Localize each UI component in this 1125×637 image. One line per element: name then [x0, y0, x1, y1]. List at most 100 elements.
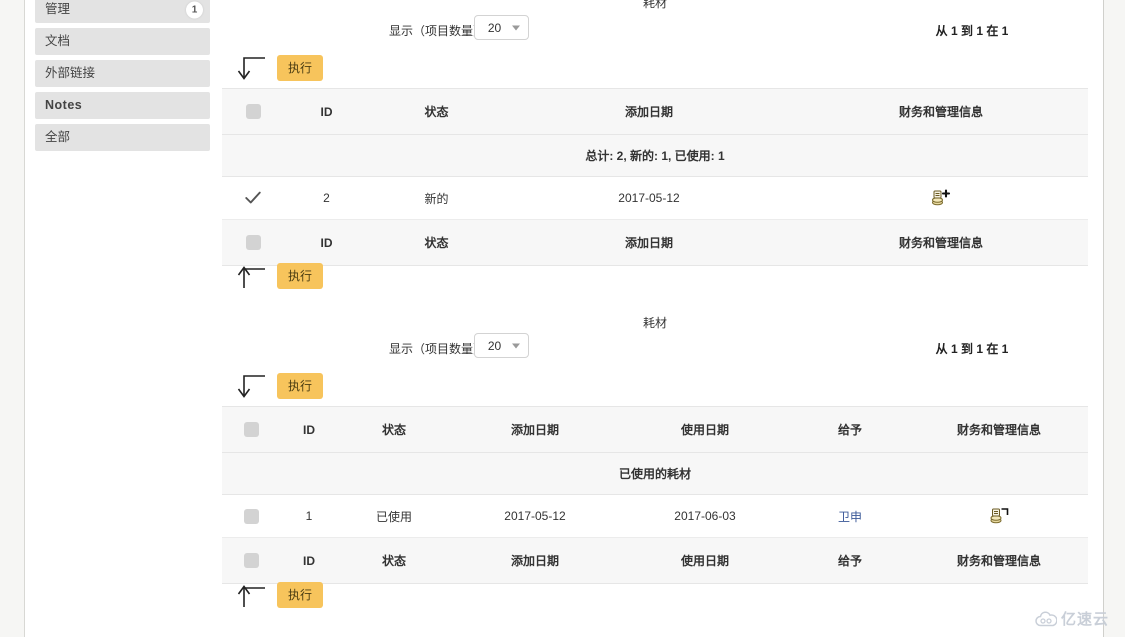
table-summary-row: 总计: 2, 新的: 1, 已使用: 1 [222, 134, 1088, 177]
table-row: 2 新的 2017-05-12 [222, 176, 1088, 220]
column-footer-id[interactable]: ID [280, 537, 338, 584]
cell-status: 已使用 [338, 494, 450, 538]
section-title-consumables-top: 耗材 [642, 0, 667, 10]
page-size-value: 20 [487, 20, 502, 35]
table-header-row: ID 状态 添加日期 使用日期 给予 财务和管理信息 [222, 406, 1088, 453]
sidebar-item-label: 全部 [45, 130, 71, 144]
money-edit-icon[interactable] [989, 507, 1009, 525]
column-header-status[interactable]: 状态 [338, 406, 450, 453]
select-all-checkbox-footer[interactable] [245, 235, 261, 251]
bottom-controls-row: 显示（项目数量） 20 从 1 到 1 在 1 [222, 330, 1088, 364]
select-all-footer-cell[interactable] [222, 537, 280, 584]
column-footer-given-to[interactable]: 给予 [790, 537, 910, 584]
chevron-down-icon [512, 343, 520, 348]
row-checkbox[interactable] [243, 508, 259, 524]
sidebar-item-management[interactable]: 管理 1 [35, 0, 210, 23]
money-add-icon[interactable] [931, 189, 951, 207]
table-summary-text: 总计: 2, 新的: 1, 已使用: 1 [222, 134, 1088, 177]
column-header-added-date[interactable]: 添加日期 [504, 88, 794, 135]
used-consumables-table: 已使用的耗材 ID 状态 添加日期 使用日期 给予 财务和管理信息 1 已使用 … [222, 406, 1088, 584]
arrow-down-left-icon [237, 375, 265, 398]
sidebar: 管理 1 文档 外部链接 Notes 全部 [35, 0, 210, 156]
exec-row-top: 执行 [222, 52, 1088, 90]
section-title-consumables-bottom: 耗材 [642, 316, 667, 330]
sidebar-item-label: 管理 [45, 2, 71, 16]
exec-row-bottom: 执行 [222, 370, 1088, 408]
table-footer-row: ID 状态 添加日期 使用日期 给予 财务和管理信息 [222, 537, 1088, 584]
top-controls-row: 显示（项目数量） 20 从 1 到 1 在 1 [222, 12, 1088, 46]
exec-row-top-bottom: 执行 [222, 260, 1088, 298]
given-to-link[interactable]: 卫申 [838, 510, 862, 524]
watermark-text: 亿速云 [1060, 611, 1109, 628]
table-row: 1 已使用 2017-05-12 2017-06-03 卫申 [222, 494, 1088, 538]
column-footer-status[interactable]: 状态 [369, 219, 504, 266]
sidebar-item-label: 文档 [45, 34, 71, 48]
select-all-checkbox[interactable] [245, 104, 261, 120]
cell-id: 2 [284, 176, 369, 220]
column-footer-added-date[interactable]: 添加日期 [450, 537, 620, 584]
select-all-header-cell[interactable] [222, 88, 284, 135]
cell-used-date: 2017-06-03 [620, 494, 790, 538]
execute-button-bottom[interactable]: 执行 [277, 373, 324, 399]
table-caption-row: 已使用的耗材 [222, 452, 1088, 495]
cell-status: 新的 [369, 176, 504, 220]
cloud-icon [1035, 611, 1057, 626]
column-footer-id[interactable]: ID [284, 219, 369, 266]
pagination-range-top: 从 1 到 1 在 1 [935, 24, 1009, 38]
sidebar-item-all[interactable]: 全部 [35, 124, 210, 151]
arrow-up-right-icon [237, 266, 265, 288]
select-all-footer-cell[interactable] [222, 219, 284, 266]
table-footer-row: ID 状态 添加日期 财务和管理信息 [222, 219, 1088, 266]
sidebar-item-notes[interactable]: Notes [35, 92, 210, 119]
cell-id: 1 [280, 494, 338, 538]
page-size-select-top[interactable]: 20 [474, 15, 529, 40]
column-header-id[interactable]: ID [280, 406, 338, 453]
column-header-status[interactable]: 状态 [369, 88, 504, 135]
row-select-cell[interactable] [222, 494, 280, 538]
exec-row-bottom-bottom: 执行 [222, 579, 1088, 617]
page-size-value-bottom: 20 [487, 338, 502, 353]
cell-finance-info[interactable] [794, 176, 1088, 220]
left-divider [24, 0, 25, 637]
cell-finance-info[interactable] [910, 494, 1088, 538]
cell-added-date: 2017-05-12 [504, 176, 794, 220]
sidebar-item-external-links[interactable]: 外部链接 [35, 60, 210, 87]
arrow-down-left-icon [237, 57, 265, 80]
show-entries-label-bottom: 显示（项目数量） [389, 342, 486, 356]
column-header-finance-info[interactable]: 财务和管理信息 [910, 406, 1088, 453]
sidebar-item-badge: 1 [186, 1, 203, 18]
left-gutter [0, 0, 24, 637]
consumables-table: 总计: 2, 新的: 1, 已使用: 1 ID 状态 添加日期 财务和管理信息 [222, 88, 1088, 266]
row-select-cell[interactable] [222, 176, 284, 220]
table-header-row: ID 状态 添加日期 财务和管理信息 [222, 88, 1088, 135]
watermark: 亿速云 [1035, 608, 1109, 629]
column-header-id[interactable]: ID [284, 88, 369, 135]
cell-added-date: 2017-05-12 [450, 494, 620, 538]
execute-button-top[interactable]: 执行 [277, 55, 324, 81]
column-header-used-date[interactable]: 使用日期 [620, 406, 790, 453]
sidebar-item-label: 外部链接 [45, 66, 96, 80]
select-all-checkbox[interactable] [243, 422, 259, 438]
check-icon[interactable] [244, 189, 262, 207]
page-size-select-bottom[interactable]: 20 [474, 333, 529, 358]
execute-button-top-bottom[interactable]: 执行 [277, 263, 324, 289]
column-footer-status[interactable]: 状态 [338, 537, 450, 584]
column-footer-finance-info[interactable]: 财务和管理信息 [910, 537, 1088, 584]
select-all-checkbox-footer[interactable] [243, 553, 259, 569]
column-header-added-date[interactable]: 添加日期 [450, 406, 620, 453]
column-header-finance-info[interactable]: 财务和管理信息 [794, 88, 1088, 135]
cell-given-to[interactable]: 卫申 [790, 494, 910, 538]
column-footer-added-date[interactable]: 添加日期 [504, 219, 794, 266]
column-header-given-to[interactable]: 给予 [790, 406, 910, 453]
page-root: 管理 1 文档 外部链接 Notes 全部 耗材 显示（项目数量） 20 从 1… [0, 0, 1125, 637]
column-footer-finance-info[interactable]: 财务和管理信息 [794, 219, 1088, 266]
table-caption-text: 已使用的耗材 [222, 452, 1088, 495]
execute-button-bottom-bottom[interactable]: 执行 [277, 582, 324, 608]
column-footer-used-date[interactable]: 使用日期 [620, 537, 790, 584]
pagination-range-bottom: 从 1 到 1 在 1 [935, 342, 1009, 356]
arrow-up-right-icon [237, 585, 265, 607]
sidebar-item-documents[interactable]: 文档 [35, 28, 210, 55]
select-all-header-cell[interactable] [222, 406, 280, 453]
right-gutter [1104, 0, 1125, 637]
show-entries-label: 显示（项目数量） [389, 24, 486, 38]
